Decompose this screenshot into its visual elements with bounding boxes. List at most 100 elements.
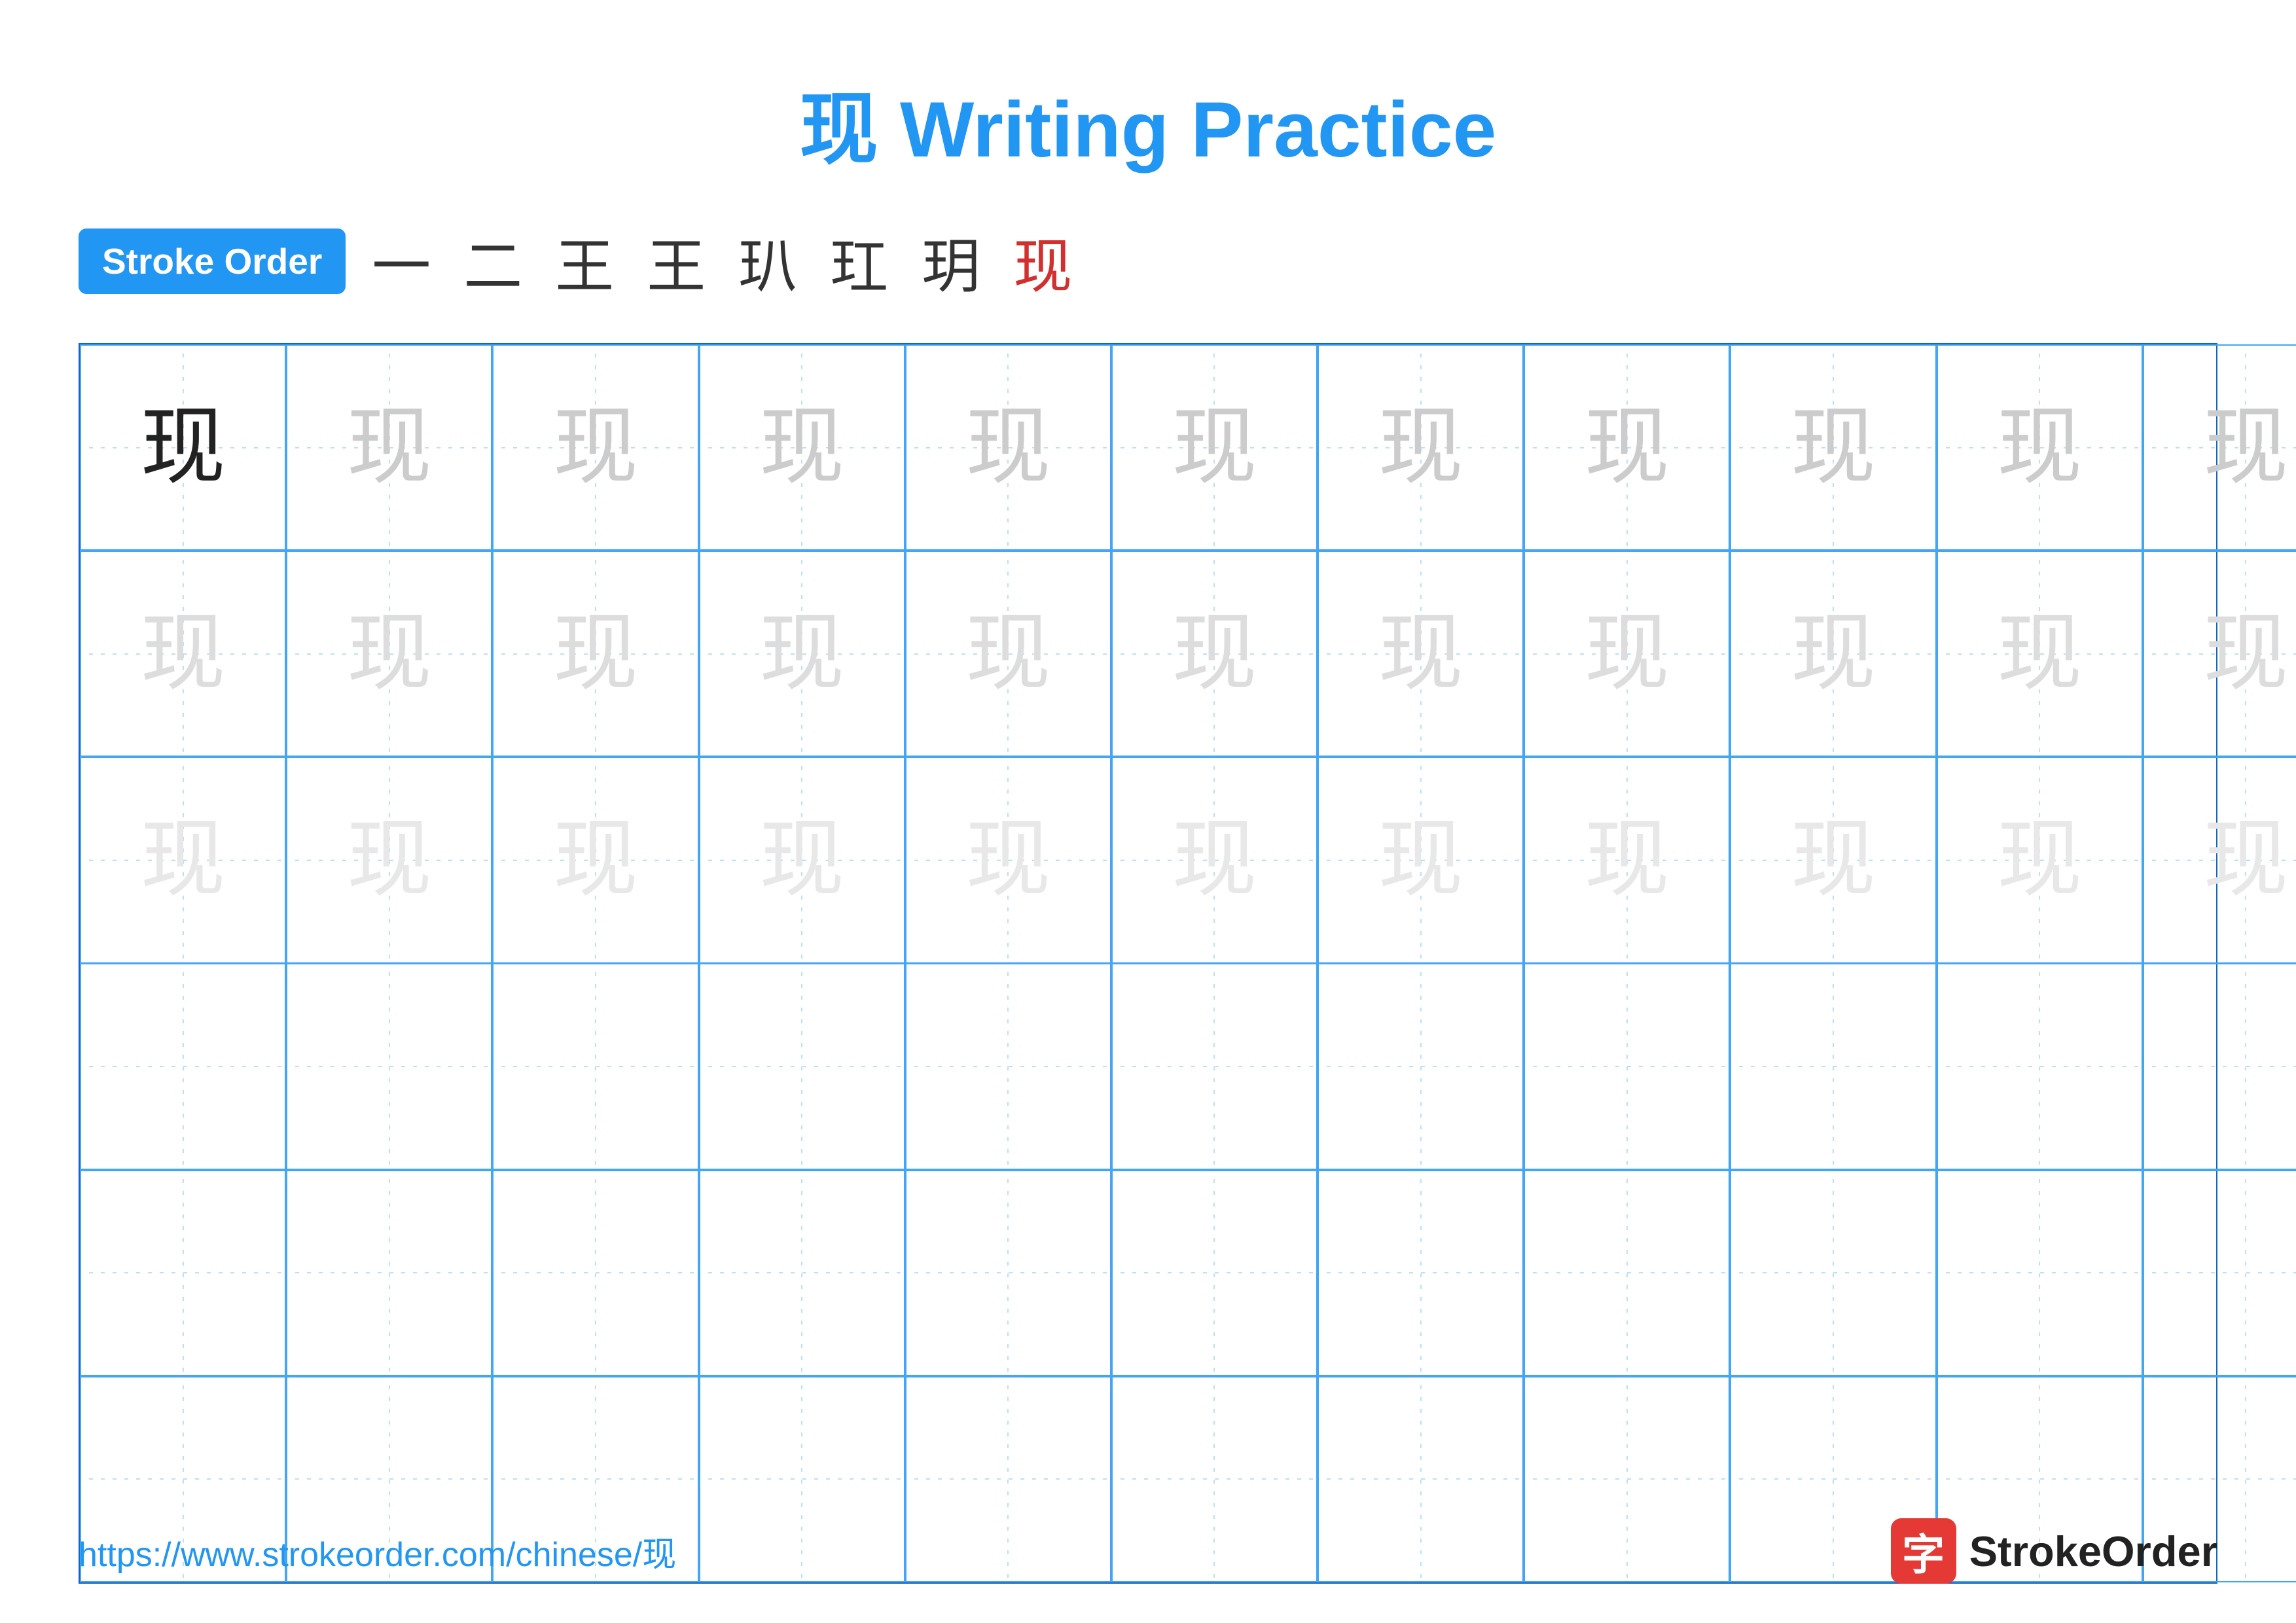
grid-cell-0-2[interactable]: 现 [492, 344, 698, 551]
grid-cell-3-1[interactable] [286, 963, 492, 1169]
grid-cell-4-9[interactable] [1937, 1170, 2143, 1376]
grid-char-2-8: 现 [1791, 818, 1876, 903]
stroke-seq-char-1: 二 [463, 219, 522, 304]
grid-char-2-9: 现 [1997, 818, 2082, 903]
grid-char-2-4: 现 [965, 818, 1050, 903]
grid-char-0-3: 现 [759, 405, 844, 490]
grid-cell-0-3[interactable]: 现 [699, 344, 905, 551]
grid-cell-4-3[interactable] [699, 1170, 905, 1376]
grid-char-1-7: 现 [1585, 611, 1670, 697]
grid-char-1-4: 现 [965, 611, 1050, 697]
grid-cell-2-10[interactable]: 现 [2143, 757, 2296, 963]
grid-cell-4-4[interactable] [905, 1170, 1111, 1376]
grid-cell-4-2[interactable] [492, 1170, 698, 1376]
grid-cell-2-8[interactable]: 现 [1730, 757, 1936, 963]
grid-cell-1-3[interactable]: 现 [699, 551, 905, 757]
footer-logo: 字 StrokeOrder [1891, 1518, 2217, 1584]
stroke-seq-char-7: 现 [1013, 219, 1072, 304]
grid-cell-3-8[interactable] [1730, 963, 1936, 1169]
practice-grid: 现现现现现现现现现现现现现现现现现现现现现现现现现现现现现现现现现现现现现现现 [79, 343, 2217, 1584]
grid-cell-1-0[interactable]: 现 [80, 551, 286, 757]
grid-char-2-3: 现 [759, 818, 844, 903]
grid-cell-3-10[interactable] [2143, 963, 2296, 1169]
grid-char-2-1: 现 [347, 818, 432, 903]
grid-cell-2-2[interactable]: 现 [492, 757, 698, 963]
grid-cell-0-7[interactable]: 现 [1524, 344, 1730, 551]
grid-cell-1-7[interactable]: 现 [1524, 551, 1730, 757]
grid-cell-2-1[interactable]: 现 [286, 757, 492, 963]
grid-char-1-3: 现 [759, 611, 844, 697]
grid-char-1-0: 现 [141, 611, 226, 697]
grid-cell-2-9[interactable]: 现 [1937, 757, 2143, 963]
grid-char-1-6: 现 [1378, 611, 1463, 697]
grid-char-0-0: 现 [141, 405, 226, 490]
grid-char-1-2: 现 [553, 611, 638, 697]
grid-char-2-7: 现 [1585, 818, 1670, 903]
grid-char-0-9: 现 [1997, 405, 2082, 490]
grid-char-0-6: 现 [1378, 405, 1463, 490]
logo-text: StrokeOrder [1969, 1527, 2217, 1576]
grid-cell-1-5[interactable]: 现 [1111, 551, 1318, 757]
grid-char-0-5: 现 [1172, 405, 1257, 490]
grid-char-0-4: 现 [965, 405, 1050, 490]
grid-char-1-8: 现 [1791, 611, 1876, 697]
grid-char-1-1: 现 [347, 611, 432, 697]
footer: https://www.strokeorder.com/chinese/现 字 … [79, 1518, 2217, 1584]
grid-cell-2-7[interactable]: 现 [1524, 757, 1730, 963]
grid-cell-0-10[interactable]: 现 [2143, 344, 2296, 551]
grid-cell-1-6[interactable]: 现 [1318, 551, 1524, 757]
grid-char-2-10: 现 [2203, 818, 2288, 903]
grid-cell-3-2[interactable] [492, 963, 698, 1169]
grid-cell-4-1[interactable] [286, 1170, 492, 1376]
grid-cell-0-8[interactable]: 现 [1730, 344, 1936, 551]
grid-cell-3-5[interactable] [1111, 963, 1318, 1169]
grid-char-2-2: 现 [553, 818, 638, 903]
grid-cell-1-1[interactable]: 现 [286, 551, 492, 757]
grid-char-2-5: 现 [1172, 818, 1257, 903]
grid-char-1-5: 现 [1172, 611, 1257, 697]
grid-cell-1-10[interactable]: 现 [2143, 551, 2296, 757]
grid-cell-2-4[interactable]: 现 [905, 757, 1111, 963]
footer-url: https://www.strokeorder.com/chinese/现 [79, 1527, 676, 1576]
grid-cell-3-4[interactable] [905, 963, 1111, 1169]
grid-cell-4-8[interactable] [1730, 1170, 1936, 1376]
grid-cell-1-4[interactable]: 现 [905, 551, 1111, 757]
grid-cell-2-6[interactable]: 现 [1318, 757, 1524, 963]
grid-cell-1-9[interactable]: 现 [1937, 551, 2143, 757]
stroke-seq-char-2: 王 [555, 219, 614, 304]
grid-cell-3-7[interactable] [1524, 963, 1730, 1169]
grid-cell-1-8[interactable]: 现 [1730, 551, 1936, 757]
grid-cell-0-0[interactable]: 现 [80, 344, 286, 551]
grid-cell-1-2[interactable]: 现 [492, 551, 698, 757]
grid-cell-3-9[interactable] [1937, 963, 2143, 1169]
page-container: 现 Writing Practice Stroke Order 一二王王玐玒玥现… [0, 0, 2296, 1623]
stroke-order-row: Stroke Order 一二王王玐玒玥现 [79, 219, 2217, 304]
grid-char-2-6: 现 [1378, 818, 1463, 903]
stroke-order-badge: Stroke Order [79, 228, 346, 294]
grid-char-0-2: 现 [553, 405, 638, 490]
grid-cell-2-3[interactable]: 现 [699, 757, 905, 963]
grid-cell-0-6[interactable]: 现 [1318, 344, 1524, 551]
grid-char-0-10: 现 [2203, 405, 2288, 490]
grid-cell-4-10[interactable] [2143, 1170, 2296, 1376]
grid-cell-4-7[interactable] [1524, 1170, 1730, 1376]
grid-cell-3-6[interactable] [1318, 963, 1524, 1169]
stroke-seq-char-3: 王 [647, 219, 706, 304]
grid-cell-0-5[interactable]: 现 [1111, 344, 1318, 551]
grid-cell-4-6[interactable] [1318, 1170, 1524, 1376]
grid-char-1-10: 现 [2203, 611, 2288, 697]
grid-cell-3-3[interactable] [699, 963, 905, 1169]
grid-cell-0-9[interactable]: 现 [1937, 344, 2143, 551]
grid-cell-0-1[interactable]: 现 [286, 344, 492, 551]
grid-cell-2-5[interactable]: 现 [1111, 757, 1318, 963]
grid-char-0-1: 现 [347, 405, 432, 490]
stroke-seq-char-6: 玥 [922, 219, 980, 304]
grid-cell-3-0[interactable] [80, 963, 286, 1169]
grid-cell-2-0[interactable]: 现 [80, 757, 286, 963]
stroke-seq-char-0: 一 [372, 219, 431, 304]
grid-cell-4-5[interactable] [1111, 1170, 1318, 1376]
grid-char-0-8: 现 [1791, 405, 1876, 490]
grid-char-2-0: 现 [141, 818, 226, 903]
grid-cell-4-0[interactable] [80, 1170, 286, 1376]
grid-cell-0-4[interactable]: 现 [905, 344, 1111, 551]
